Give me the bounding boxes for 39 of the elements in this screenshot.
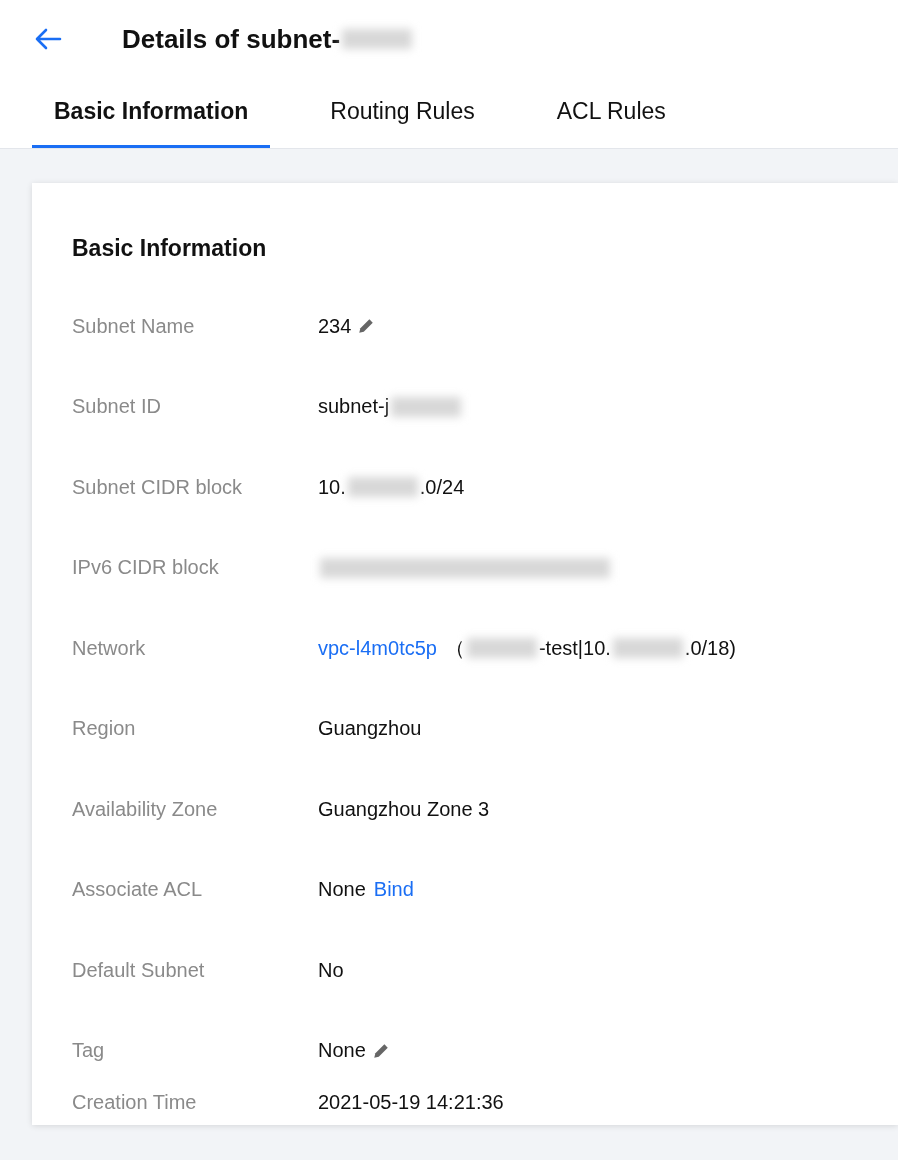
redacted-blur <box>342 29 413 49</box>
field-value: None <box>318 878 366 902</box>
field-label: Subnet ID <box>72 395 162 419</box>
field-value: .0/24 <box>419 475 465 499</box>
pencil-icon[interactable] <box>371 1041 390 1060</box>
field-value: -test|10. <box>538 636 611 660</box>
field-value: Guangzhou Zone 3 <box>318 797 490 821</box>
redacted-blur <box>612 638 683 659</box>
field-label: Subnet Name <box>72 314 196 338</box>
field-value: None <box>318 1039 366 1063</box>
tab[interactable]: ACL Rules <box>534 78 688 148</box>
field-value: 10. <box>318 475 346 499</box>
field-value: 2021-05-19 14:21:36 <box>318 1091 504 1114</box>
field-label: Network <box>72 636 147 660</box>
link[interactable]: Bind <box>373 878 414 902</box>
field-label: Region <box>72 717 137 741</box>
section-title: Basic Information <box>72 235 268 262</box>
redacted-blur <box>466 638 537 659</box>
field-value: Guangzhou <box>318 717 422 741</box>
field-label: Availability Zone <box>72 797 219 821</box>
field-label: Tag <box>72 1039 106 1063</box>
back-arrow-icon[interactable] <box>34 27 62 51</box>
page-title: Details of subnet- <box>122 23 341 55</box>
field-label: Creation Time <box>72 1091 198 1114</box>
field-value: （ <box>444 635 465 661</box>
redacted-blur <box>347 477 418 498</box>
field-value: No <box>318 958 344 982</box>
field-value: subnet-j <box>318 395 390 419</box>
tab[interactable]: Basic Information <box>32 78 271 148</box>
field-label: IPv6 CIDR block <box>72 556 220 580</box>
pencil-icon[interactable] <box>357 317 376 336</box>
field-label: Subnet CIDR block <box>72 475 244 499</box>
link[interactable]: vpc-l4m0tc5p <box>318 636 437 660</box>
field-value: 234 <box>318 314 352 338</box>
tab[interactable]: Routing Rules <box>308 78 497 148</box>
field-label: Associate ACL <box>72 878 204 902</box>
field-value: .0/18) <box>684 636 736 660</box>
redacted-blur <box>391 396 462 417</box>
field-label: Default Subnet <box>72 958 206 982</box>
